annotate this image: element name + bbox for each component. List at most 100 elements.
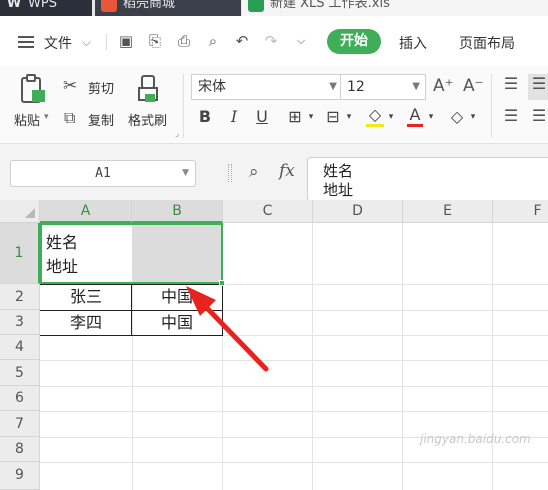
ribbon-separator: [183, 74, 184, 138]
insert-function-icon[interactable]: fx: [279, 161, 295, 181]
row-header-6[interactable]: 6: [0, 386, 40, 411]
save-icon[interactable]: ▣: [117, 32, 135, 50]
row-header-9[interactable]: 9: [0, 462, 40, 490]
row-header-4[interactable]: 4: [0, 335, 40, 360]
tab-workbook-label: 新建 XLS 工作表.xls: [270, 0, 390, 11]
name-box-value: A1: [95, 166, 111, 181]
tab-strip: W WPS 稻壳商城 新建 XLS 工作表.xls: [0, 0, 548, 16]
align-center-icon[interactable]: ☰: [528, 106, 548, 125]
font-name-select[interactable]: 宋体 ▼: [191, 74, 343, 100]
row-header-5[interactable]: 5: [0, 360, 40, 386]
clear-format-icon[interactable]: ◇: [446, 106, 468, 128]
tab-docer-store[interactable]: 稻壳商城: [95, 0, 241, 16]
cell-b2[interactable]: 中国: [132, 284, 222, 310]
align-top-icon[interactable]: ☰: [500, 74, 522, 93]
file-menu[interactable]: 文件: [44, 33, 72, 53]
row-header-3[interactable]: 3: [0, 310, 40, 335]
formula-bar: A1 ▼ ⌕ fx 姓名 地址: [0, 144, 548, 202]
format-painter-icon[interactable]: [137, 74, 163, 106]
customize-toolbar-chevron-icon[interactable]: ⌵: [292, 32, 310, 50]
undo-icon[interactable]: ↶: [233, 32, 251, 50]
clear-format-dropdown-icon[interactable]: ▾: [468, 106, 478, 128]
bold-icon[interactable]: B: [196, 106, 214, 128]
increase-font-size-icon[interactable]: A⁺: [433, 76, 454, 96]
font-size-value: 12: [347, 79, 365, 95]
column-header-f[interactable]: F: [493, 200, 548, 223]
row-header-7[interactable]: 7: [0, 411, 40, 437]
row-header-8[interactable]: 8: [0, 437, 40, 462]
spreadsheet-grid[interactable]: A B C D E F 1 2 3 4 5 6 7 8 9 姓名 地址 张三 中…: [0, 200, 548, 490]
cut-button[interactable]: 剪切: [88, 78, 114, 97]
menu-divider: [106, 34, 107, 50]
fill-handle[interactable]: [219, 280, 225, 286]
wps-logo-icon: W: [6, 0, 22, 12]
merge-dropdown-icon[interactable]: ▾: [344, 106, 354, 128]
print-preview-icon[interactable]: ⌕: [204, 32, 222, 50]
format-painter-label[interactable]: 格式刷: [128, 110, 167, 129]
formula-line-2: 地址: [323, 181, 354, 199]
column-header-e[interactable]: E: [403, 200, 493, 223]
font-size-dropdown-icon: ▼: [412, 81, 420, 92]
ribbon-tab-page-layout[interactable]: 页面布局: [459, 33, 515, 53]
underline-icon[interactable]: U: [253, 106, 271, 128]
clipboard-group-expand-icon[interactable]: ⌟: [175, 129, 179, 139]
spreadsheet-icon: [248, 0, 264, 12]
tab-wps[interactable]: W WPS: [0, 0, 92, 16]
fill-color-icon[interactable]: ◇: [364, 106, 386, 128]
cut-icon[interactable]: ✂: [63, 76, 77, 96]
align-middle-icon[interactable]: ☰: [528, 74, 548, 100]
menu-bar: 文件 ⌵ ▣ ⎘ ⎙ ⌕ ↶ ↷ ⌵ 开始 插入 页面布局: [0, 16, 548, 66]
gridline: [40, 360, 548, 361]
cell-b3[interactable]: 中国: [132, 310, 222, 335]
column-header-a[interactable]: A: [40, 200, 132, 223]
gridline: [40, 462, 548, 463]
redo-icon[interactable]: ↷: [262, 32, 280, 50]
paste-button-label[interactable]: 粘贴: [14, 110, 40, 129]
ribbon-toolbar: 粘贴 ▾ ✂ 剪切 ⧉ 复制 格式刷 宋体 ▼ 12 ▼ A⁺ A⁻ B I U…: [0, 66, 548, 144]
gridline: [402, 223, 403, 490]
font-color-icon[interactable]: A: [404, 106, 426, 128]
merge-cells-icon[interactable]: ⊟: [322, 106, 344, 128]
fill-color-dropdown-icon[interactable]: ▾: [386, 106, 396, 128]
docer-icon: [101, 0, 117, 12]
formula-bar-splitter[interactable]: [228, 164, 232, 182]
hamburger-menu-icon[interactable]: [18, 36, 34, 48]
column-header-d[interactable]: D: [313, 200, 403, 223]
row-header-1[interactable]: 1: [0, 223, 40, 284]
borders-icon[interactable]: ⊞: [284, 106, 306, 128]
zoom-search-icon[interactable]: ⌕: [249, 162, 259, 182]
cell-a2[interactable]: 张三: [40, 284, 132, 310]
font-size-select[interactable]: 12 ▼: [340, 74, 426, 100]
formula-input[interactable]: 姓名 地址: [307, 157, 548, 202]
paste-icon[interactable]: [18, 74, 48, 106]
print-icon[interactable]: ⎙: [175, 32, 193, 50]
name-box-dropdown-icon[interactable]: ▼: [182, 161, 189, 186]
gridline: [40, 386, 548, 387]
align-left-icon[interactable]: ☰: [500, 106, 522, 125]
name-box[interactable]: A1 ▼: [10, 160, 196, 187]
row-header-2[interactable]: 2: [0, 284, 40, 310]
tab-workbook[interactable]: 新建 XLS 工作表.xls: [242, 0, 548, 16]
font-color-dropdown-icon[interactable]: ▾: [426, 106, 436, 128]
export-pdf-icon[interactable]: ⎘: [146, 32, 164, 50]
file-menu-chevron-icon[interactable]: ⌵: [82, 35, 91, 50]
copy-icon[interactable]: ⧉: [64, 108, 75, 128]
gridline: [312, 223, 313, 490]
copy-button[interactable]: 复制: [88, 110, 114, 129]
ribbon-tab-start[interactable]: 开始: [327, 29, 381, 54]
table-border: [222, 284, 223, 336]
italic-icon[interactable]: I: [225, 106, 243, 128]
column-header-b[interactable]: B: [132, 200, 223, 223]
ribbon-separator: [491, 74, 492, 138]
paste-dropdown-icon[interactable]: ▾: [44, 112, 49, 122]
borders-dropdown-icon[interactable]: ▾: [306, 106, 316, 128]
column-header-c[interactable]: C: [223, 200, 313, 223]
decrease-font-size-icon[interactable]: A⁻: [463, 76, 484, 96]
formula-line-1: 姓名: [323, 162, 354, 180]
tab-wps-label: WPS: [28, 0, 57, 11]
cell-a3[interactable]: 李四: [40, 310, 132, 335]
font-name-dropdown-icon: ▼: [329, 81, 337, 92]
tab-docer-label: 稻壳商城: [123, 0, 176, 11]
select-all-corner[interactable]: [0, 200, 40, 223]
ribbon-tab-insert[interactable]: 插入: [399, 33, 427, 53]
